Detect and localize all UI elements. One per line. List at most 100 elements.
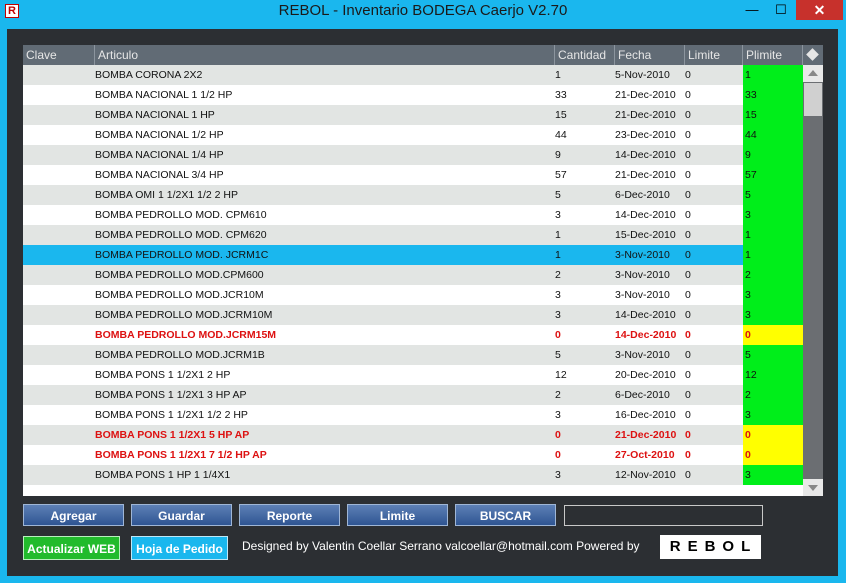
table-row[interactable]: BOMBA OMI 1 1/2X1 1/2 2 HP 5 6-Dec-2010 0 5 bbox=[23, 185, 803, 205]
cell-fecha: 3-Nov-2010 bbox=[615, 249, 670, 261]
cell-fecha: 21-Dec-2010 bbox=[615, 89, 676, 101]
table-row[interactable]: BOMBA PEDROLLO MOD.JCRM10M 3 14-Dec-2010 0 3 bbox=[23, 305, 803, 325]
table-row[interactable]: BOMBA NACIONAL 1 1/2 HP 33 21-Dec-2010 0 33 bbox=[23, 85, 803, 105]
scroll-up-icon[interactable] bbox=[803, 65, 823, 82]
cell-cantidad: 1 bbox=[555, 69, 561, 81]
cell-plimite: 1 bbox=[743, 225, 803, 245]
cell-cantidad: 57 bbox=[555, 169, 567, 181]
table-row[interactable]: BOMBA PONS 1 1/2X1 2 HP 12 20-Dec-2010 0 12 bbox=[23, 365, 803, 385]
window-title: REBOL - Inventario BODEGA Caerjo V2.70 bbox=[278, 2, 568, 19]
close-icon[interactable]: ✕ bbox=[796, 0, 843, 20]
table-row[interactable]: BOMBA PONS 1 1/2X1 3 HP AP 2 6-Dec-2010 0 2 bbox=[23, 385, 803, 405]
maximize-icon[interactable]: ☐ bbox=[767, 0, 795, 20]
cell-limite: 0 bbox=[685, 409, 691, 421]
table-row[interactable]: BOMBA PEDROLLO MOD.CPM600 2 3-Nov-2010 0 2 bbox=[23, 265, 803, 285]
cell-limite: 0 bbox=[685, 289, 691, 301]
table-row[interactable]: BOMBA NACIONAL 1/4 HP 9 14-Dec-2010 0 9 bbox=[23, 145, 803, 165]
cell-fecha: 3-Nov-2010 bbox=[615, 289, 670, 301]
cell-plimite: 3 bbox=[743, 405, 803, 425]
cell-limite: 0 bbox=[685, 189, 691, 201]
table-row[interactable]: BOMBA PEDROLLO MOD. CPM610 3 14-Dec-2010 0 3 bbox=[23, 205, 803, 225]
vertical-scrollbar[interactable] bbox=[803, 65, 823, 496]
scrollbar-thumb[interactable] bbox=[804, 83, 822, 116]
column-header-limite[interactable]: Limite bbox=[685, 45, 743, 65]
cell-articulo: BOMBA NACIONAL 3/4 HP bbox=[95, 169, 224, 181]
column-header-articulo[interactable]: Articulo bbox=[95, 45, 555, 65]
cell-articulo: BOMBA CORONA 2X2 bbox=[95, 69, 203, 81]
guardar-button[interactable]: Guardar bbox=[131, 504, 232, 526]
agregar-button[interactable]: Agregar bbox=[23, 504, 124, 526]
table-row[interactable]: BOMBA PEDROLLO MOD.JCRM15M 0 14-Dec-2010 0 0 bbox=[23, 325, 803, 345]
cell-fecha: 12-Nov-2010 bbox=[615, 469, 676, 481]
cell-cantidad: 2 bbox=[555, 389, 561, 401]
grid-header: Clave Articulo Cantidad Fecha Limite Pli… bbox=[23, 45, 823, 65]
cell-articulo: BOMBA PEDROLLO MOD.CPM600 bbox=[95, 269, 264, 281]
cell-plimite: 9 bbox=[743, 145, 803, 165]
table-row[interactable]: BOMBA PONS 1 HP 1 1/4X1 3 12-Nov-2010 0 3 bbox=[23, 465, 803, 485]
cell-limite: 0 bbox=[685, 309, 691, 321]
cell-articulo: BOMBA NACIONAL 1/4 HP bbox=[95, 149, 224, 161]
cell-cantidad: 0 bbox=[555, 429, 561, 441]
cell-fecha: 16-Dec-2010 bbox=[615, 409, 676, 421]
cell-limite: 0 bbox=[685, 329, 691, 341]
table-row[interactable]: BOMBA CORONA 2X2 1 5-Nov-2010 0 1 bbox=[23, 65, 803, 85]
cell-cantidad: 2 bbox=[555, 269, 561, 281]
cell-limite: 0 bbox=[685, 149, 691, 161]
table-row[interactable]: BOMBA PONS 1 1/2X1 7 1/2 HP AP 0 27-Oct-20… bbox=[23, 445, 803, 465]
cell-fecha: 3-Nov-2010 bbox=[615, 349, 670, 361]
cell-fecha: 14-Dec-2010 bbox=[615, 329, 677, 341]
corner-diamond-icon[interactable] bbox=[803, 45, 823, 65]
cell-plimite: 12 bbox=[743, 365, 803, 385]
limite-button[interactable]: Limite bbox=[347, 504, 448, 526]
actualizar-web-button[interactable]: Actualizar WEB bbox=[23, 536, 120, 560]
table-row[interactable]: BOMBA PEDROLLO MOD.JCRM1B 5 3-Nov-2010 0 5 bbox=[23, 345, 803, 365]
table-row[interactable]: BOMBA PEDROLLO MOD. JCRM1C 1 3-Nov-2010 0 1 bbox=[23, 245, 803, 265]
table-row[interactable]: BOMBA PEDROLLO MOD. CPM620 1 15-Dec-2010 0 1 bbox=[23, 225, 803, 245]
table-row[interactable]: BOMBA NACIONAL 1 HP 15 21-Dec-2010 0 15 bbox=[23, 105, 803, 125]
cell-articulo: BOMBA PEDROLLO MOD.JCRM15M bbox=[95, 329, 277, 341]
cell-articulo: BOMBA PEDROLLO MOD.JCR10M bbox=[95, 289, 264, 301]
table-row[interactable]: BOMBA PONS 1 1/2X1 5 HP AP 0 21-Dec-2010 0 0 bbox=[23, 425, 803, 445]
diamond-shape bbox=[806, 48, 819, 61]
table-row[interactable]: BOMBA PEDROLLO MOD.JCR10M 3 3-Nov-2010 0 3 bbox=[23, 285, 803, 305]
cell-fecha: 23-Dec-2010 bbox=[615, 129, 676, 141]
cell-articulo: BOMBA PONS 1 1/2X1 7 1/2 HP AP bbox=[95, 449, 267, 461]
cell-articulo: BOMBA PEDROLLO MOD. CPM610 bbox=[95, 209, 267, 221]
cell-fecha: 5-Nov-2010 bbox=[615, 69, 670, 81]
cell-plimite: 5 bbox=[743, 345, 803, 365]
cell-limite: 0 bbox=[685, 109, 691, 121]
cell-cantidad: 3 bbox=[555, 209, 561, 221]
cell-cantidad: 5 bbox=[555, 189, 561, 201]
hoja-de-pedido-button[interactable]: Hoja de Pedido bbox=[131, 536, 228, 560]
table-row[interactable]: BOMBA NACIONAL 3/4 HP 57 21-Dec-2010 0 57 bbox=[23, 165, 803, 185]
column-header-fecha[interactable]: Fecha bbox=[615, 45, 685, 65]
cell-plimite: 3 bbox=[743, 285, 803, 305]
buscar-button[interactable]: BUSCAR bbox=[455, 504, 556, 526]
cell-fecha: 20-Dec-2010 bbox=[615, 369, 676, 381]
column-header-cantidad[interactable]: Cantidad bbox=[555, 45, 615, 65]
cell-limite: 0 bbox=[685, 129, 691, 141]
cell-limite: 0 bbox=[685, 89, 691, 101]
minimize-icon[interactable]: — bbox=[738, 0, 766, 20]
cell-fecha: 15-Dec-2010 bbox=[615, 229, 676, 241]
cell-plimite: 0 bbox=[743, 445, 803, 465]
search-input[interactable] bbox=[564, 505, 763, 526]
cell-limite: 0 bbox=[685, 69, 691, 81]
cell-fecha: 6-Dec-2010 bbox=[615, 189, 670, 201]
cell-articulo: BOMBA PONS 1 1/2X1 2 HP bbox=[95, 369, 231, 381]
column-header-clave[interactable]: Clave bbox=[23, 45, 95, 65]
cell-fecha: 14-Dec-2010 bbox=[615, 209, 676, 221]
cell-fecha: 21-Dec-2010 bbox=[615, 109, 676, 121]
cell-articulo: BOMBA NACIONAL 1 HP bbox=[95, 109, 215, 121]
table-row[interactable]: BOMBA NACIONAL 1/2 HP 44 23-Dec-2010 0 44 bbox=[23, 125, 803, 145]
cell-plimite: 3 bbox=[743, 465, 803, 485]
cell-articulo: BOMBA OMI 1 1/2X1 1/2 2 HP bbox=[95, 189, 238, 201]
scroll-down-icon[interactable] bbox=[803, 479, 823, 496]
reporte-button[interactable]: Reporte bbox=[239, 504, 340, 526]
client-area: Clave Articulo Cantidad Fecha Limite Pli… bbox=[7, 29, 838, 576]
cell-plimite: 2 bbox=[743, 265, 803, 285]
cell-articulo: BOMBA PEDROLLO MOD. CPM620 bbox=[95, 229, 267, 241]
column-header-plimite[interactable]: Plimite bbox=[743, 45, 803, 65]
table-row[interactable]: BOMBA PONS 1 1/2X1 1/2 2 HP 3 16-Dec-2010 0… bbox=[23, 405, 803, 425]
cell-clave bbox=[23, 185, 95, 205]
